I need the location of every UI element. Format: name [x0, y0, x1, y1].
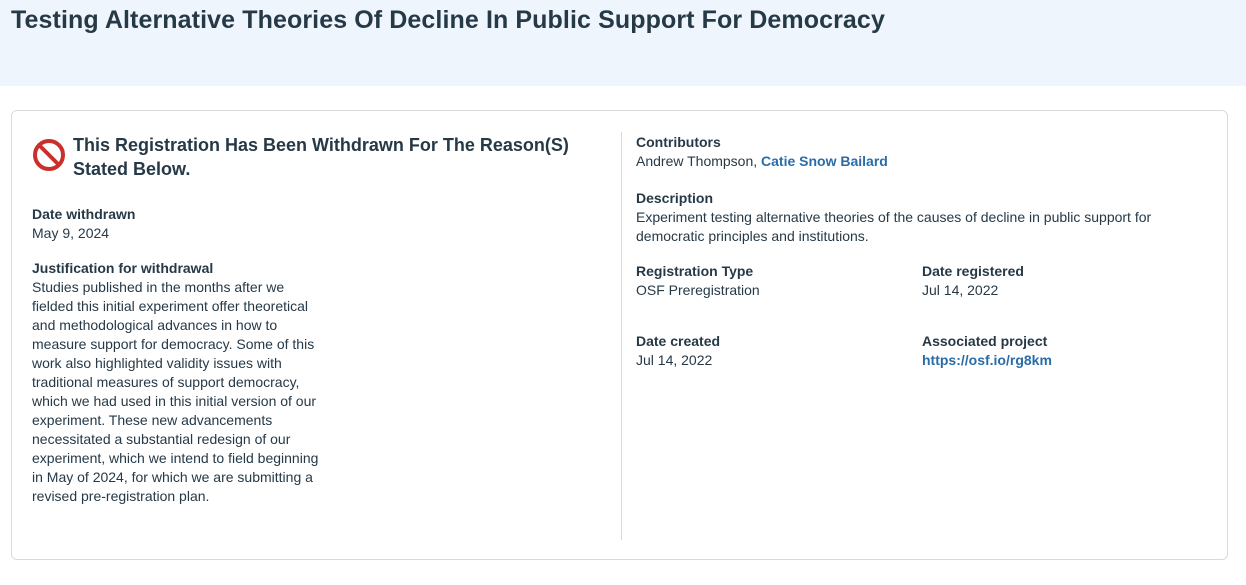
date-created-label: Date created	[636, 333, 721, 349]
date-registered-label: Date registered	[922, 263, 1024, 279]
withdrawn-banner-text: This Registration Has Been Withdrawn For…	[73, 135, 569, 179]
withdrawn-registration-card: This Registration Has Been Withdrawn For…	[11, 110, 1228, 560]
date-registered-field: Date registered Jul 14, 2022	[922, 262, 1182, 300]
associated-project-link[interactable]: https://osf.io/rg8km	[922, 352, 1052, 368]
associated-project-field: Associated project https://osf.io/rg8km	[922, 332, 1202, 370]
prohibited-icon	[33, 139, 65, 171]
description-text: Experiment testing alternative theories …	[636, 209, 1152, 244]
justification-field: Justification for withdrawal Studies pub…	[32, 259, 322, 506]
date-created-value: Jul 14, 2022	[636, 352, 713, 368]
contributors-field: Contributors Andrew Thompson, Catie Snow…	[636, 133, 1216, 171]
date-withdrawn-label: Date withdrawn	[32, 206, 136, 222]
associated-project-label: Associated project	[922, 333, 1048, 349]
justification-label: Justification for withdrawal	[32, 260, 214, 276]
contributor-name: Andrew Thompson	[636, 153, 754, 169]
justification-text: Studies published in the months after we…	[32, 279, 319, 504]
page-header: Testing Alternative Theories Of Decline …	[0, 0, 1246, 86]
contributors-list: Andrew Thompson, Catie Snow Bailard	[636, 152, 1216, 171]
column-divider	[621, 132, 622, 540]
associated-project-value-wrap: https://osf.io/rg8km	[922, 351, 1202, 370]
contributor-link[interactable]: Catie Snow Bailard	[761, 153, 888, 169]
registration-type-label: Registration Type	[636, 263, 754, 279]
date-created-field: Date created Jul 14, 2022	[636, 332, 896, 370]
contributors-label: Contributors	[636, 134, 721, 150]
date-withdrawn-value: May 9, 2024	[32, 225, 110, 241]
registration-type-value: OSF Preregistration	[636, 282, 760, 298]
date-registered-value: Jul 14, 2022	[922, 282, 999, 298]
page-title: Testing Alternative Theories Of Decline …	[11, 6, 885, 34]
description-label: Description	[636, 190, 714, 206]
date-withdrawn-field: Date withdrawn May 9, 2024	[32, 205, 332, 243]
contributor-separator: ,	[753, 153, 762, 169]
registration-type-field: Registration Type OSF Preregistration	[636, 262, 896, 300]
description-field: Description Experiment testing alternati…	[636, 189, 1196, 246]
